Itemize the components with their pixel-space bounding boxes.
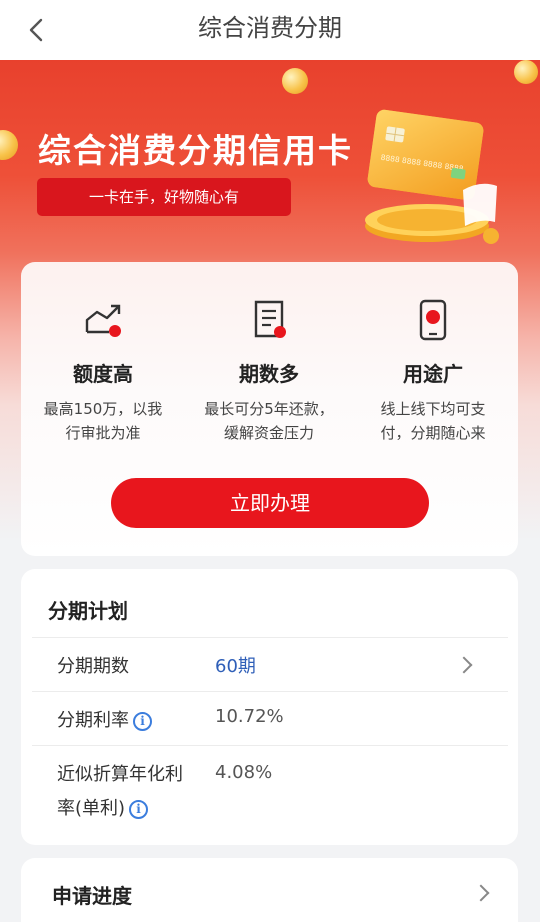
feature-desc-line: 最高150万，以我 bbox=[43, 400, 163, 418]
phone-payment-icon bbox=[419, 299, 447, 341]
plan-row-annual-rate: 近似折算年化利 率(单利) i 4.08% bbox=[32, 745, 508, 835]
top-nav-bar: 综合消费分期 bbox=[0, 0, 540, 60]
feature-title: 额度高 bbox=[73, 362, 133, 386]
annual-rate-value: 4.08% bbox=[215, 762, 273, 783]
feature-desc-line: 线上线下均可支 bbox=[380, 400, 486, 418]
row-label: 分期期数 bbox=[57, 656, 129, 677]
feature-desc: 最长可分5年还款， 缓解资金压力 bbox=[189, 397, 349, 445]
hero-title: 综合消费分期信用卡 bbox=[38, 131, 353, 170]
coin-decoration bbox=[0, 130, 18, 160]
feature-title: 期数多 bbox=[239, 362, 299, 386]
feature-usage: 用途广 线上线下均可支 付，分期随心来 bbox=[353, 298, 513, 445]
installment-plan-card: 分期计划 分期期数 60期 分期利率 i 10.72% 近似折算年化利 率(单利)… bbox=[21, 569, 518, 845]
trend-up-icon bbox=[85, 304, 121, 337]
row-label-line: 近似折算年化利 bbox=[57, 764, 183, 785]
feature-desc-line: 缓解资金压力 bbox=[223, 424, 314, 442]
features-card: 额度高 最高150万，以我 行审批为准 期数多 最长可分5年还款， 缓解资金压力… bbox=[21, 262, 518, 556]
plan-heading: 分期计划 bbox=[48, 599, 128, 623]
row-label: 近似折算年化利 率(单利) i bbox=[57, 758, 183, 826]
rate-value: 10.72% bbox=[215, 706, 284, 727]
term-count-value: 60期 bbox=[215, 656, 256, 677]
plan-row-terms[interactable]: 分期期数 60期 bbox=[32, 637, 508, 691]
info-icon[interactable]: i bbox=[129, 800, 149, 819]
page-title: 综合消费分期 bbox=[198, 14, 342, 42]
document-list-icon bbox=[254, 300, 286, 338]
info-icon[interactable]: i bbox=[133, 712, 152, 731]
feature-installments: 期数多 最长可分5年还款， 缓解资金压力 bbox=[189, 298, 349, 445]
feature-desc-line: 最长可分5年还款， bbox=[204, 400, 334, 418]
progress-label: 申请进度 bbox=[52, 884, 132, 908]
feature-desc: 最高150万，以我 行审批为准 bbox=[23, 397, 183, 445]
row-label-line: 率(单利) bbox=[57, 798, 126, 819]
hero-slogan: 一卡在手，好物随心有 bbox=[37, 178, 291, 216]
application-progress-card[interactable]: 申请进度 bbox=[21, 858, 518, 922]
feature-desc-line: 行审批为准 bbox=[65, 424, 141, 442]
credit-card-illustration: 8888 8888 8888 8888 bbox=[365, 109, 499, 244]
feature-title: 用途广 bbox=[403, 362, 463, 386]
feature-desc-line: 付，分期随心来 bbox=[380, 424, 486, 442]
coin-decoration bbox=[514, 60, 538, 84]
row-label-text: 分期利率 bbox=[57, 710, 129, 731]
apply-now-button[interactable]: 立即办理 bbox=[111, 478, 429, 528]
coin-decoration bbox=[282, 68, 308, 94]
feature-desc: 线上线下均可支 付，分期随心来 bbox=[353, 397, 513, 445]
chevron-right-icon bbox=[472, 884, 490, 902]
plan-row-rate: 分期利率 i 10.72% bbox=[32, 691, 508, 745]
row-label: 分期利率 i bbox=[57, 706, 152, 732]
feature-credit-limit: 额度高 最高150万，以我 行审批为准 bbox=[23, 298, 183, 445]
chevron-right-icon bbox=[455, 656, 473, 674]
